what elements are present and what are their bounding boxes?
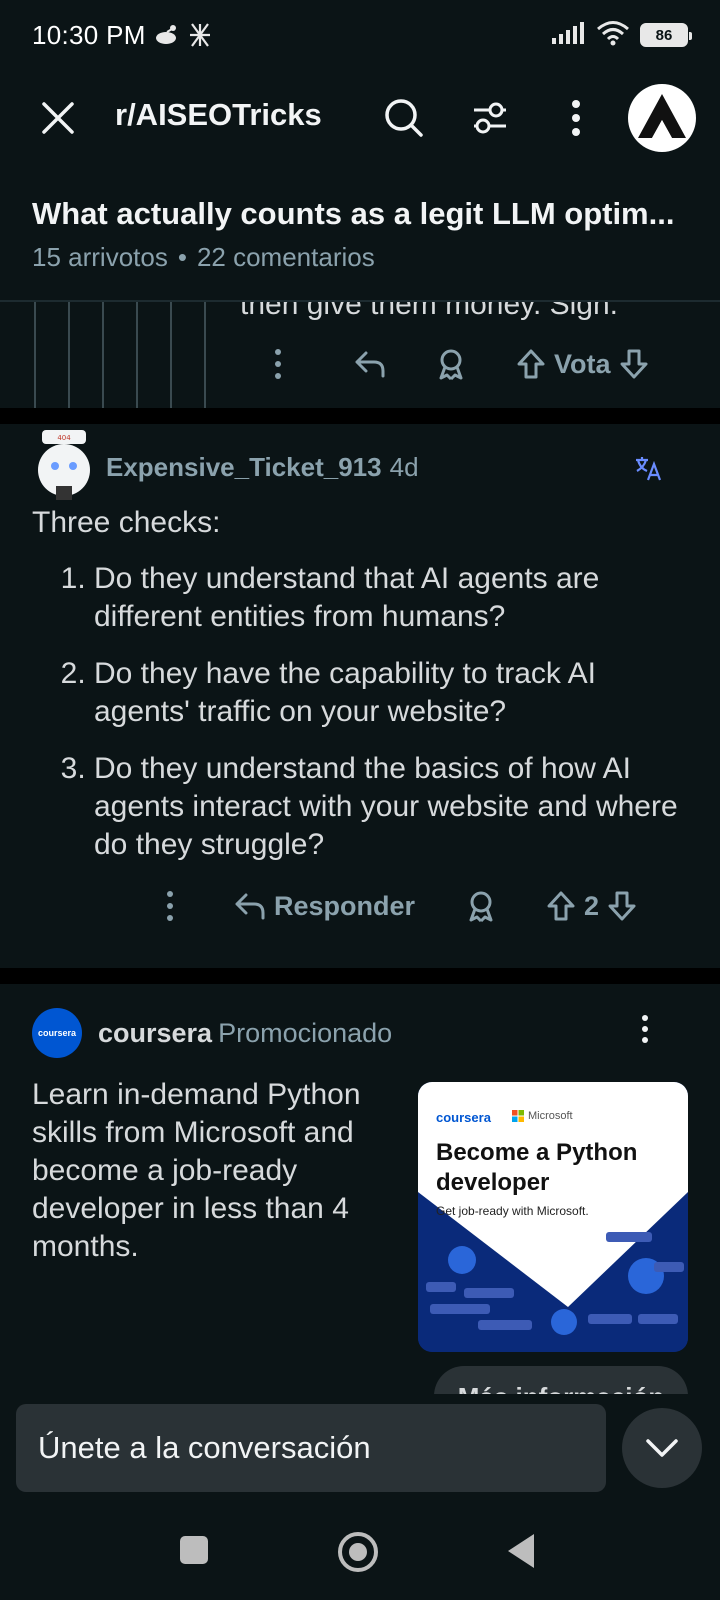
ad-image-brand: coursera	[436, 1110, 491, 1125]
more-vertical-icon	[572, 100, 580, 136]
post-meta: 15 arrivotos • 22 comentarios	[32, 242, 692, 273]
thread-line[interactable]	[170, 302, 172, 408]
vote-controls: 2	[546, 890, 637, 922]
meta-separator: •	[177, 242, 187, 272]
award-icon	[469, 891, 493, 922]
search-button[interactable]	[380, 94, 428, 142]
signal-icon	[552, 21, 586, 49]
reply-button[interactable]	[354, 350, 436, 378]
sliders-icon	[474, 102, 506, 134]
snoo-avatar-icon: 404	[38, 430, 90, 500]
vote-controls: Vota	[516, 348, 649, 380]
status-time: 10:30 PM	[32, 19, 146, 50]
top-app-bar: r/AISEOTricks	[0, 78, 720, 158]
comment-actions: Responder 2	[166, 890, 637, 922]
comment-author[interactable]: Expensive_Ticket_913 4d	[106, 452, 419, 483]
more-vertical-icon	[642, 1015, 648, 1043]
comment: 404 Expensive_Ticket_913 4d Three checks:…	[0, 424, 720, 968]
advertiser-logo[interactable]: coursera	[32, 1008, 82, 1058]
thread-line[interactable]	[102, 302, 104, 408]
ad-more-button[interactable]	[640, 1014, 660, 1054]
reply-icon	[235, 893, 265, 920]
more-options-button[interactable]	[554, 94, 598, 142]
reply-icon	[355, 351, 385, 378]
comment-intro: Three checks:	[32, 506, 221, 539]
vote-label: Vota	[554, 348, 611, 379]
post-header: What actually counts as a legit LLM opti…	[32, 196, 692, 273]
status-bar: 10:30 PM 86	[0, 0, 720, 70]
thread-line[interactable]	[68, 302, 70, 408]
ad-image-headline: Become a Python developer	[436, 1139, 638, 1196]
sort-filter-button[interactable]	[466, 94, 514, 142]
translate-button[interactable]	[634, 454, 662, 482]
promoted-post[interactable]: coursera coursera Promocionado Learn in-d…	[0, 984, 720, 1426]
list-item: Do they have the capability to track AI …	[94, 655, 692, 731]
wifi-icon	[596, 20, 630, 51]
promoted-label: Promocionado	[218, 1018, 393, 1048]
comment-score: 2	[584, 890, 600, 921]
checklist: Do they understand that AI agents are di…	[32, 560, 692, 864]
back-button[interactable]	[508, 1534, 534, 1568]
upvote-count: 15 arrivotos	[32, 242, 168, 272]
upvote-icon	[547, 891, 575, 921]
post-title[interactable]: What actually counts as a legit LLM opti…	[32, 196, 682, 232]
collapse-button[interactable]	[622, 1408, 702, 1488]
svg-text:404: 404	[57, 434, 71, 442]
more-vertical-icon	[167, 891, 173, 921]
section-separator	[0, 408, 720, 424]
microsoft-logo-icon	[512, 1110, 524, 1122]
subreddit-name[interactable]: r/AISEOTricks	[115, 97, 322, 133]
chevron-down-icon	[646, 1439, 678, 1457]
search-icon	[385, 99, 423, 137]
previous-comment-text: then give them money. Sigh.	[240, 302, 618, 321]
section-separator	[0, 968, 720, 984]
notification-icon	[154, 24, 180, 46]
thread-line[interactable]	[34, 302, 36, 408]
reply-label: Responder	[274, 890, 416, 921]
comment-more-button[interactable]	[166, 891, 234, 921]
previous-comment: then give them money. Sigh. Vota	[0, 302, 720, 408]
close-button[interactable]	[36, 96, 80, 140]
award-icon	[439, 349, 463, 380]
upvote-icon	[517, 349, 545, 379]
translate-icon	[636, 457, 662, 481]
app-notification-icon	[188, 22, 212, 48]
close-icon	[42, 102, 74, 134]
avatar-logo-icon	[638, 94, 686, 138]
recents-button[interactable]	[180, 1536, 208, 1564]
award-button[interactable]	[436, 348, 516, 380]
battery-indicator: 86	[640, 23, 692, 47]
advertiser-brand[interactable]: coursera	[98, 1018, 212, 1048]
join-conversation-input[interactable]: Únete a la conversación	[16, 1404, 606, 1492]
thread-line[interactable]	[204, 302, 206, 408]
comment-body: Three checks: Do they understand that AI…	[32, 504, 692, 883]
award-button[interactable]	[466, 890, 546, 922]
ad-image-subline: Get job-ready with Microsoft.	[436, 1204, 589, 1218]
commenter-avatar[interactable]: 404	[34, 426, 94, 502]
downvote-icon	[620, 349, 648, 379]
ad-image-partner: Microsoft	[512, 1110, 573, 1122]
ad-description[interactable]: Learn in-demand Python skills from Micro…	[32, 1076, 402, 1266]
advertiser-name[interactable]: coursera Promocionado	[98, 1018, 392, 1049]
comment-more-button[interactable]	[274, 349, 354, 379]
thread-line[interactable]	[136, 302, 138, 408]
list-item: Do they understand that AI agents are di…	[94, 560, 692, 636]
list-item: Do they understand the basics of how AI …	[94, 750, 692, 864]
user-avatar[interactable]	[628, 84, 696, 152]
username[interactable]: Expensive_Ticket_913	[106, 452, 382, 482]
comment-count: 22 comentarios	[196, 242, 375, 272]
partner-name: Microsoft	[528, 1110, 573, 1122]
ad-image[interactable]: coursera Microsoft Become a Python devel…	[418, 1082, 688, 1352]
system-nav-bar	[0, 1506, 720, 1600]
more-vertical-icon	[275, 349, 281, 379]
downvote-icon	[608, 891, 636, 921]
reply-button[interactable]: Responder	[234, 891, 466, 922]
comment-age: 4d	[389, 452, 419, 482]
previous-comment-actions: Vota	[274, 348, 649, 380]
home-button[interactable]	[338, 1532, 378, 1572]
